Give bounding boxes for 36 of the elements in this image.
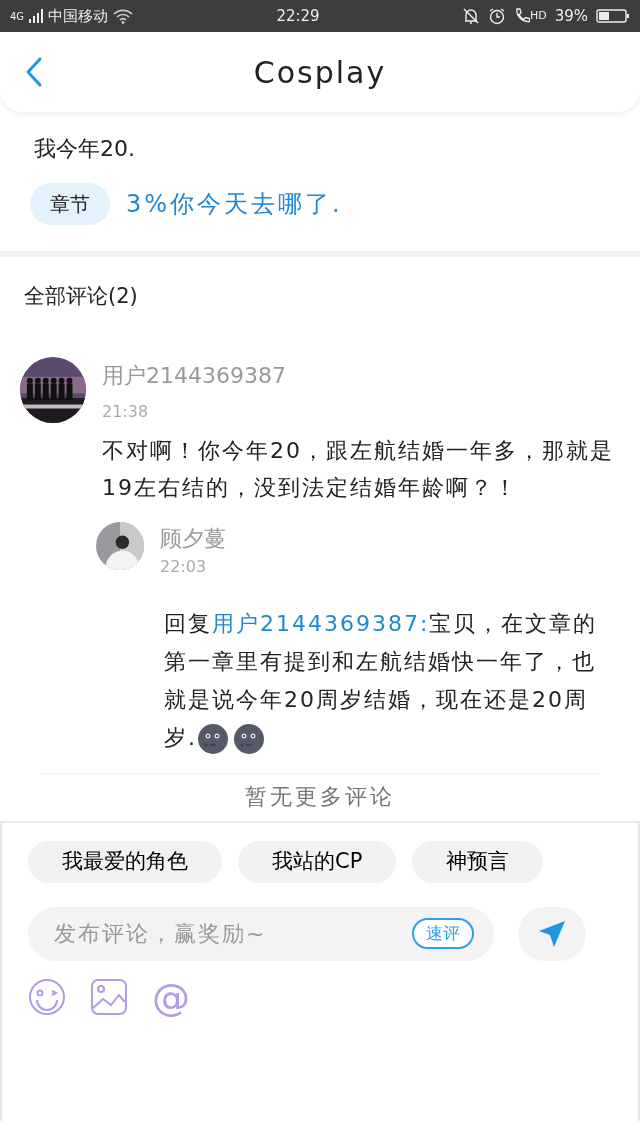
muted-bell-icon	[461, 7, 480, 25]
alarm-icon	[487, 7, 506, 25]
battery-icon	[596, 8, 630, 24]
reply-text: 回复用户2144369387:宝贝，在文章的第一章里有提到和左航结婚快一年了，也就是说今年20周岁结婚，现在还是20周岁.	[102, 578, 618, 757]
topic-chip[interactable]: 我站的CP	[238, 840, 397, 883]
clock-time: 22:29	[275, 5, 321, 27]
chapter-link[interactable]: 3%你今天去哪了.	[126, 186, 343, 222]
hd-label: HD	[529, 7, 547, 24]
network-label: 4G	[10, 9, 25, 24]
end-note: 暂无更多评论	[245, 783, 395, 809]
user-name: 顾夕蔓	[160, 524, 226, 553]
comment-time: 22:03	[160, 555, 208, 578]
back-icon[interactable]	[24, 56, 44, 88]
signal-icon	[28, 8, 45, 24]
page-title: Cosplay	[253, 53, 387, 92]
emoji-icon[interactable]	[28, 977, 66, 1016]
phone-icon	[513, 7, 530, 25]
comment-time: 21:38	[102, 400, 150, 423]
topic-chip[interactable]: 神预言	[412, 840, 544, 883]
comment-input[interactable]: 发布评论，赢奖励~ 速评	[28, 906, 494, 961]
send-icon	[537, 918, 567, 949]
user-link[interactable]: 用户2144369387:	[212, 610, 430, 636]
post-text: 我今年20.	[33, 135, 136, 163]
mention-button[interactable]: @	[152, 976, 190, 1017]
wifi-icon	[112, 8, 135, 24]
quick-comment-button[interactable]: 速评	[412, 917, 474, 950]
moon-face-icon	[197, 722, 229, 755]
moon-face-icon	[233, 722, 265, 755]
carrier-label: 中国移动	[48, 5, 109, 27]
image-icon[interactable]	[90, 977, 128, 1016]
comments-heading: 全部评论(2)	[23, 283, 139, 310]
battery-percent: 39%	[554, 5, 588, 27]
comment-text: 不对啊！你今年20，跟左航结婚一年多，那就是19左右结的，没到法定结婚年龄啊？！	[102, 436, 615, 502]
topic-chip[interactable]: 我最爱的角色	[28, 840, 222, 883]
user-name: 用户2144369387	[102, 361, 287, 390]
chapter-tag: 章节	[30, 183, 110, 225]
